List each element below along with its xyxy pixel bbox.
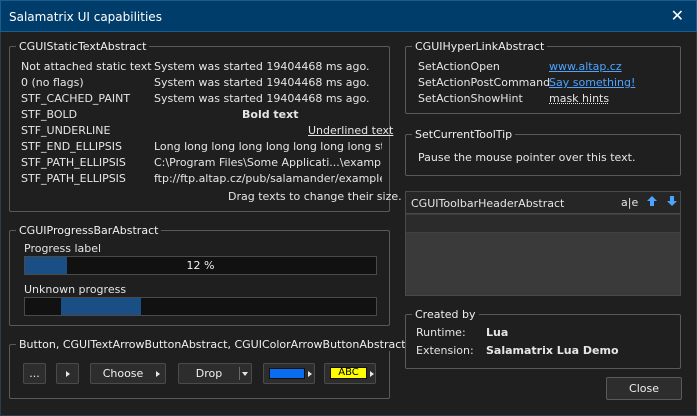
toolbar-header-title: CGUIToolbarHeaderAbstract (411, 197, 565, 210)
static-row-value-underline[interactable]: Underlined text (308, 124, 393, 137)
hyperlink-hint-link[interactable]: mask hints (549, 92, 609, 105)
arrow-down-icon[interactable] (664, 195, 680, 211)
static-row-label-5: STF_END_ELLIPSIS (21, 140, 122, 153)
runtime-label: Runtime: (416, 326, 466, 339)
hyperlink-group: CGUIHyperLinkAbstract SetActionOpen www.… (405, 40, 681, 114)
color-button-blue[interactable] (263, 363, 315, 384)
toolbar-header-list[interactable] (406, 215, 680, 233)
static-row-value-1[interactable]: System was started 19404468 ms ago. (154, 76, 370, 89)
blue-color-swatch (269, 368, 305, 379)
static-row-label-1: 0 (no flags) (21, 76, 84, 89)
toolbar-header-panel: CGUIToolbarHeaderAbstract a|e (405, 191, 681, 296)
static-row-value-2[interactable]: System was started 19404468 ms ago. (154, 92, 370, 105)
choose-arrow-icon (156, 371, 160, 377)
drop-button[interactable]: Drop (178, 363, 252, 384)
static-text-legend: CGUIStaticTextAbstract (16, 40, 150, 53)
created-by-group: Created by Runtime: Lua Extension: Salam… (405, 308, 681, 369)
arrow-up-icon[interactable] (644, 195, 660, 211)
static-text-group: CGUIStaticTextAbstract Not attached stat… (9, 40, 402, 212)
hyperlink-label-open: SetActionOpen (418, 60, 500, 73)
static-row-value-ellipsis[interactable]: Long long long long long long long long … (154, 140, 382, 153)
close-button-label: Close (629, 382, 659, 395)
static-row-label-3: STF_BOLD (21, 108, 78, 121)
window-title: Salamatrix UI capabilities (9, 10, 162, 24)
static-row-value-0[interactable]: System was started 19404468 ms ago. (154, 60, 370, 73)
hyperlink-label-hint: SetActionShowHint (418, 92, 523, 105)
arrow-right-icon (66, 371, 70, 377)
abc-label: ABC (338, 367, 359, 378)
buttons-legend: Button, CGUITextArrowButtonAbstract, CGU… (16, 338, 409, 351)
hyperlink-open-link[interactable]: www.altap.cz (549, 60, 622, 73)
hyperlink-label-post: SetActionPostCommand (418, 76, 551, 89)
hyperlink-legend: CGUIHyperLinkAbstract (412, 40, 548, 53)
progress-percent: 12 % (186, 259, 215, 272)
created-by-legend: Created by (412, 308, 479, 321)
static-row-label-4: STF_UNDERLINE (21, 124, 111, 137)
drop-arrow-icon[interactable] (242, 372, 248, 376)
drop-separator (239, 367, 240, 380)
choose-button[interactable]: Choose (90, 363, 166, 384)
dots-button-label: ... (29, 367, 40, 380)
hyperlink-post-link[interactable]: Say something! (549, 76, 635, 89)
static-row-label-7: STF_PATH_ELLIPSIS (21, 172, 126, 185)
toolbar-header: CGUIToolbarHeaderAbstract a|e (406, 192, 680, 214)
close-button[interactable]: Close (606, 377, 682, 400)
title-bar: Salamatrix UI capabilities ✕ (0, 0, 697, 32)
unknown-progress-bar (24, 297, 377, 316)
dots-button[interactable]: ... (23, 363, 46, 384)
static-text-hint: Drag texts to change their size. (228, 190, 402, 203)
blue-arrow-icon (308, 371, 312, 377)
buttons-group: Button, CGUITextArrowButtonAbstract, CGU… (9, 338, 409, 399)
static-row-value-path[interactable]: C:\Program Files\Some Applicati...\examp… (154, 156, 382, 169)
arrow-button[interactable] (56, 363, 79, 384)
text-cursor-icon[interactable]: a|e (621, 195, 638, 211)
static-row-label-2: STF_CACHED_PAINT (21, 92, 131, 105)
unknown-progress-label: Unknown progress (24, 283, 127, 296)
progress-legend: CGUIProgressBarAbstract (16, 224, 162, 237)
tooltip-text[interactable]: Pause the mouse pointer over this text. (418, 151, 635, 164)
extension-label: Extension: (416, 344, 474, 357)
unknown-progress-fill (61, 298, 141, 315)
progress-label: Progress label (24, 242, 102, 255)
static-row-value-bold[interactable]: Bold text (242, 108, 299, 121)
runtime-value: Lua (486, 326, 509, 339)
static-row-value-ftp[interactable]: ftp://ftp.altap.cz/pub/salamander/exampl… (154, 172, 382, 185)
choose-button-label: Choose (102, 367, 144, 380)
abc-arrow-icon (370, 371, 374, 377)
tooltip-legend: SetCurrentToolTip (412, 128, 516, 141)
static-row-label-6: STF_PATH_ELLIPSIS (21, 156, 126, 169)
static-row-label-0: Not attached static text (21, 60, 152, 73)
progress-group: CGUIProgressBarAbstract Progress label 1… (9, 224, 390, 326)
tooltip-group: SetCurrentToolTip Pause the mouse pointe… (405, 128, 681, 176)
yellow-color-swatch: ABC (330, 367, 367, 379)
color-button-abc[interactable]: ABC (324, 363, 376, 384)
close-icon[interactable]: ✕ (671, 7, 684, 25)
progress-bar: 12 % (24, 256, 377, 275)
extension-value: Salamatrix Lua Demo (486, 344, 619, 357)
drop-button-label: Drop (195, 367, 223, 380)
